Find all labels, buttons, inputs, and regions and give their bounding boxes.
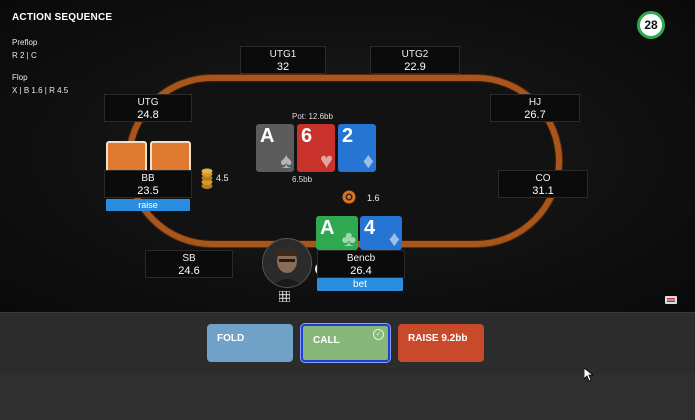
spade-icon: ♠ <box>280 148 292 173</box>
action-sequence-title: ACTION SEQUENCE <box>12 12 113 23</box>
chat-icon[interactable] <box>665 291 677 304</box>
preflop-actions: R 2 | C <box>12 51 37 60</box>
bb-bet-amount: 4.5 <box>216 173 229 183</box>
seat-sb: SB 24.6 <box>145 250 233 278</box>
heart-icon: ♥ <box>319 148 333 173</box>
seat-hj: HJ 26.7 <box>490 94 580 122</box>
seat-name: BB <box>141 173 155 184</box>
club-icon: ♣ <box>341 226 356 251</box>
seat-stack: 32 <box>276 61 290 73</box>
seat-utg: UTG 24.8 <box>104 94 192 122</box>
seat-name: UTG <box>137 97 159 108</box>
hero-card-1: A ♣ <box>316 216 358 250</box>
seat-name: Bencb <box>346 253 376 264</box>
diamond-icon: ♦ <box>388 226 400 251</box>
check-icon: ✓ <box>373 329 384 340</box>
chip-stack-icon <box>201 168 213 190</box>
dealer-chip-icon <box>342 190 356 204</box>
bb-action-tag: raise <box>106 199 190 211</box>
seat-stack: 31.1 <box>532 185 554 197</box>
grid-icon[interactable] <box>278 289 291 303</box>
seat-hero: Bencb 26.4 <box>317 250 405 278</box>
bb-hole-card-2 <box>150 141 191 173</box>
bb-hole-card-1 <box>106 141 147 173</box>
seat-stack: 24.8 <box>137 109 159 121</box>
hero-card-2: 4 ♦ <box>360 216 402 250</box>
board-card-1-rank: A <box>260 125 275 147</box>
board-card-3-rank: 2 <box>342 125 354 147</box>
board-card-1: A ♠ <box>256 124 294 172</box>
diamond-icon: ♦ <box>362 148 374 173</box>
seat-name: UTG1 <box>269 49 297 60</box>
call-button-label: CALL <box>313 335 340 346</box>
board-card-2: 6 ♥ <box>297 124 335 172</box>
hero-card-2-rank: 4 <box>364 217 376 239</box>
pot-bet-amount: 6.5bb <box>292 175 313 184</box>
seat-stack: 24.6 <box>178 265 200 277</box>
turn-timer: 28 <box>637 11 665 39</box>
hero-card-1-rank: A <box>320 217 335 239</box>
hero-action-tag: bet <box>317 278 403 291</box>
seat-utg2: UTG2 22.9 <box>370 46 460 74</box>
flop-actions: X | B 1.6 | R 4.5 <box>12 86 69 95</box>
seat-bb: BB 23.5 <box>104 170 192 198</box>
board-card-3: 2 ♦ <box>338 124 376 172</box>
flop-label: Flop <box>12 73 28 82</box>
hero-avatar <box>262 238 312 288</box>
mouse-cursor-icon <box>583 367 595 382</box>
seat-name: HJ <box>528 97 542 108</box>
seat-name: SB <box>182 253 196 264</box>
seat-stack: 26.4 <box>350 265 372 277</box>
board-card-2-rank: 6 <box>301 125 313 147</box>
call-button[interactable]: CALL ✓ <box>301 324 390 362</box>
seat-co: CO 31.1 <box>498 170 588 198</box>
seat-utg1: UTG1 32 <box>240 46 326 74</box>
seat-name: UTG2 <box>401 49 429 60</box>
seat-stack: 23.5 <box>137 185 159 197</box>
seat-stack: 26.7 <box>524 109 546 121</box>
fold-button[interactable]: FOLD <box>207 324 293 362</box>
raise-button[interactable]: RAISE 9.2bb <box>398 324 484 362</box>
seat-name: CO <box>535 173 551 184</box>
hero-bet-amount: 1.6 <box>367 193 380 203</box>
pot-amount: Pot: 12.6bb <box>292 112 333 121</box>
seat-stack: 22.9 <box>404 61 426 73</box>
preflop-label: Preflop <box>12 38 38 47</box>
